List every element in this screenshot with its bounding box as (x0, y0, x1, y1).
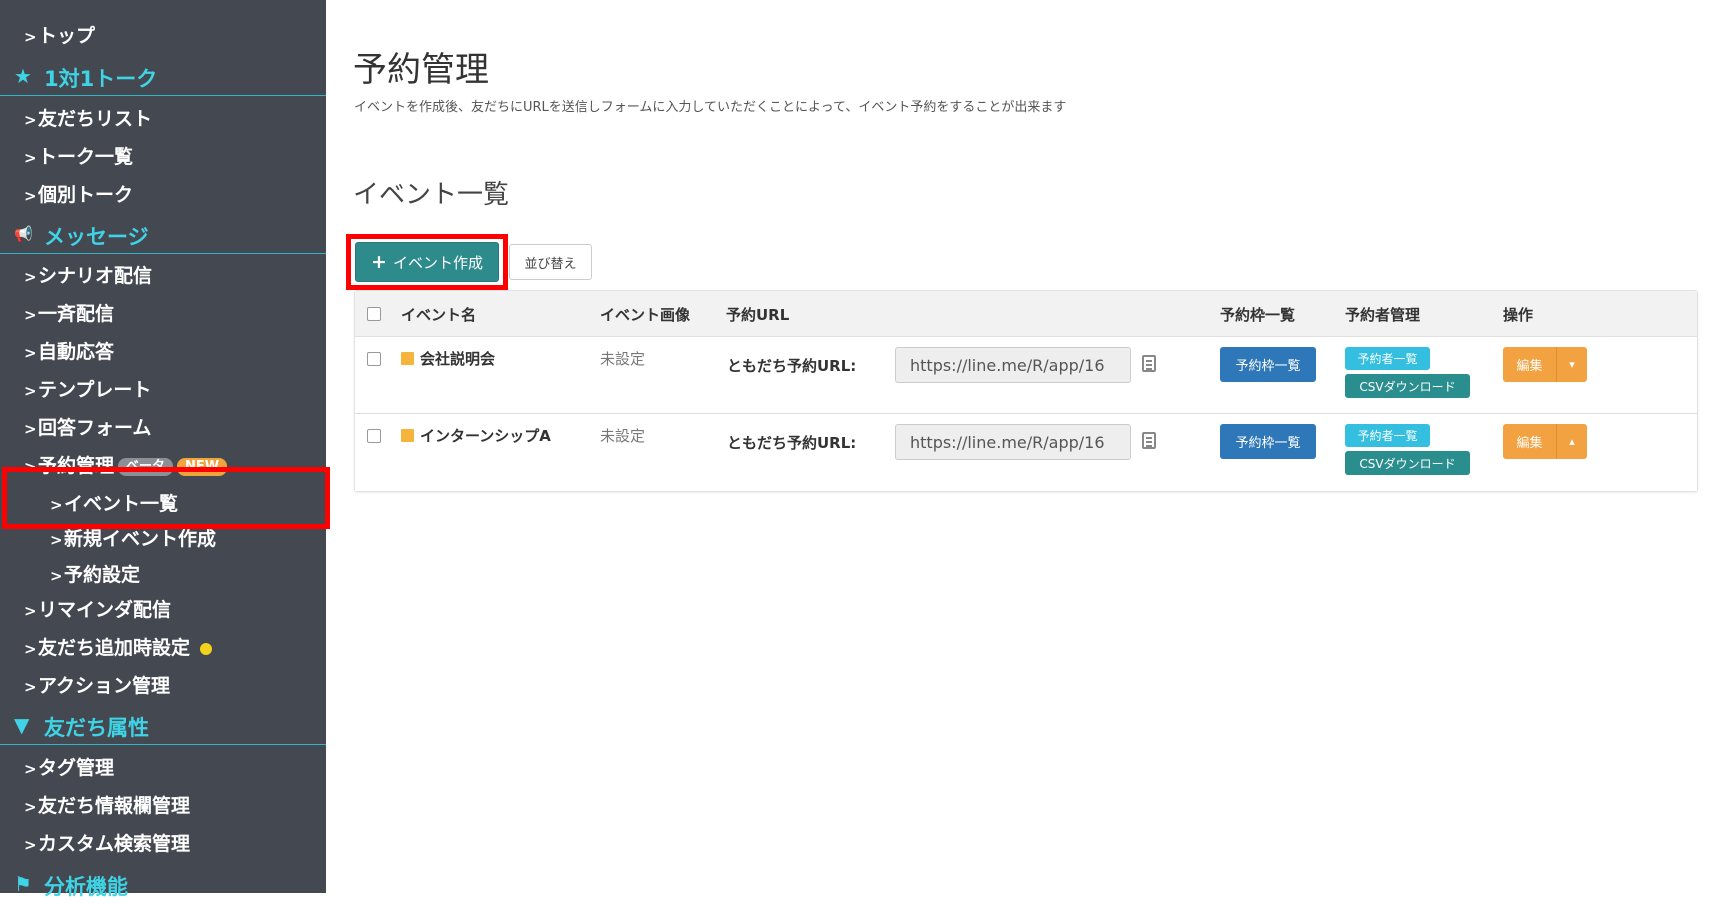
sidebar-item-reminder[interactable]: >リマインダ配信 (24, 598, 171, 623)
sidebar-section-talk[interactable]: ★ 1対1トーク (0, 56, 326, 96)
event-name[interactable]: インターンシップA (420, 425, 551, 446)
event-name[interactable]: 会社説明会 (420, 348, 495, 369)
section-label: 分析機能 (44, 875, 128, 899)
caret-up-icon[interactable]: ▴ (1556, 424, 1587, 459)
megaphone-icon: 📢 (14, 225, 33, 243)
plus-icon: + (371, 251, 387, 273)
row-checkbox[interactable] (367, 352, 381, 366)
sidebar-item-friend-info[interactable]: >友だち情報欄管理 (24, 794, 190, 819)
copy-icon[interactable] (1142, 432, 1156, 449)
header-reserve-url: 予約URL (726, 306, 790, 324)
table-header: イベント名 イベント画像 予約URL 予約枠一覧 予約者管理 操作 (355, 291, 1697, 337)
row-checkbox[interactable] (367, 429, 381, 443)
url-label: ともだち予約URL: (727, 434, 857, 452)
copy-icon[interactable] (1142, 355, 1156, 372)
slots-list-button[interactable]: 予約枠一覧 (1220, 347, 1316, 382)
sort-button[interactable]: 並び替え (509, 244, 592, 280)
sidebar-item-answer-form[interactable]: >回答フォーム (24, 416, 151, 441)
sidebar-item-broadcast[interactable]: >一斉配信 (24, 302, 114, 327)
status-dot (200, 642, 213, 655)
sidebar-item-reservation-settings[interactable]: >予約設定 (50, 563, 140, 588)
sidebar-item-new-event[interactable]: >新規イベント作成 (50, 527, 216, 552)
sidebar-item-auto-reply[interactable]: >自動応答 (24, 340, 114, 365)
filter-icon: ▼ (14, 713, 30, 737)
csv-download-button[interactable]: CSVダウンロード (1345, 451, 1470, 475)
sidebar-item-talk-list[interactable]: >トーク一覧 (24, 145, 133, 170)
sidebar-item-action-management[interactable]: >アクション管理 (24, 674, 170, 699)
section-label: メッセージ (44, 225, 149, 249)
sidebar-item-friends-list[interactable]: >友だちリスト (24, 107, 152, 132)
caret-down-icon[interactable]: ▾ (1556, 347, 1587, 382)
reserve-url-field[interactable]: https://line.me/R/app/16 (895, 424, 1131, 460)
header-event-image: イベント画像 (600, 306, 691, 324)
reserve-url-field[interactable]: https://line.me/R/app/16 (895, 347, 1131, 383)
event-image: 未設定 (600, 350, 646, 368)
event-image: 未設定 (600, 427, 646, 445)
events-table: イベント名 イベント画像 予約URL 予約枠一覧 予約者管理 操作 会社説明会 … (354, 290, 1698, 492)
page-title: 予約管理 (353, 50, 489, 90)
reservers-list-button[interactable]: 予約者一覧 (1345, 347, 1430, 370)
url-label: ともだち予約URL: (727, 357, 857, 375)
folder-icon (401, 429, 414, 442)
flag-icon: ⚑ (14, 872, 32, 896)
create-event-button[interactable]: + イベント作成 (355, 242, 499, 282)
header-reservers: 予約者管理 (1345, 306, 1421, 324)
sidebar-item-friend-add-settings[interactable]: >友だち追加時設定 (24, 636, 213, 661)
section-label: 1対1トーク (44, 67, 158, 91)
sidebar-item-top[interactable]: >トップ (24, 24, 95, 49)
sidebar-item-scenario[interactable]: >シナリオ配信 (24, 264, 152, 289)
edit-button[interactable]: 編集 (1503, 347, 1556, 382)
sidebar-section-attributes[interactable]: ▼ 友だち属性 (0, 705, 326, 745)
header-slots: 予約枠一覧 (1220, 306, 1296, 324)
sidebar: >トップ ★ 1対1トーク >友だちリスト >トーク一覧 >個別トーク 📢 メッ… (0, 0, 326, 899)
header-actions: 操作 (1503, 306, 1534, 324)
sidebar-section-analytics[interactable]: ⚑ 分析機能 (0, 864, 326, 904)
sidebar-item-custom-search[interactable]: >カスタム検索管理 (24, 832, 190, 857)
select-all-checkbox[interactable] (367, 307, 381, 321)
sidebar-item-tag-management[interactable]: >タグ管理 (24, 756, 114, 781)
section-title: イベント一覧 (353, 180, 510, 210)
sidebar-item-individual-talk[interactable]: >個別トーク (24, 183, 133, 208)
edit-button[interactable]: 編集 (1503, 424, 1556, 459)
page-description: イベントを作成後、友だちにURLを送信しフォームに入力していただくことによって、… (354, 100, 1067, 115)
highlight-box-event-list (2, 467, 330, 529)
header-event-name: イベント名 (401, 306, 477, 324)
csv-download-button[interactable]: CSVダウンロード (1345, 374, 1470, 398)
slots-list-button[interactable]: 予約枠一覧 (1220, 424, 1316, 459)
sidebar-section-message[interactable]: 📢 メッセージ (0, 214, 326, 254)
star-icon: ★ (14, 64, 32, 88)
folder-icon (401, 352, 414, 365)
table-row: 会社説明会 未設定 ともだち予約URL: https://line.me/R/a… (355, 337, 1697, 414)
table-row: インターンシップA 未設定 ともだち予約URL: https://line.me… (355, 414, 1697, 491)
sidebar-item-template[interactable]: >テンプレート (24, 378, 151, 403)
section-label: 友だち属性 (44, 716, 149, 740)
reservers-list-button[interactable]: 予約者一覧 (1345, 424, 1430, 447)
